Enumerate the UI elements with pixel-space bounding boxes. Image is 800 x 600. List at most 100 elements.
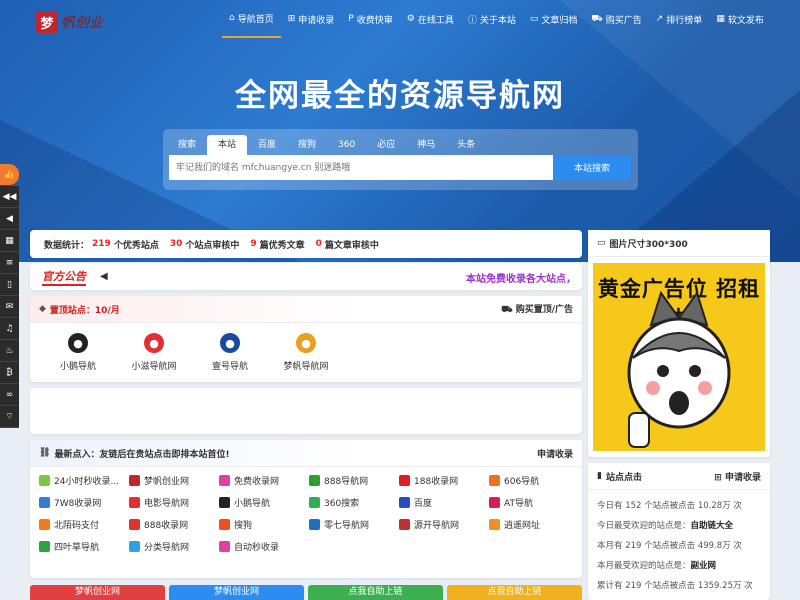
logo-mark: 梦 (36, 11, 58, 33)
recent-title: 最新点入：友链后在贵站点击即排本站首位! (54, 449, 230, 460)
recent-link-19[interactable]: 分类导航网 (129, 540, 219, 553)
grid-icon: ▦ (716, 14, 725, 24)
nav-item-7[interactable]: ↗ 排行榜单 (649, 0, 710, 38)
notice-text[interactable]: 本站免费收录各大站点， (466, 270, 576, 285)
recent-link-0[interactable]: 24小时秒收录... (39, 474, 129, 487)
nav-item-1[interactable]: ⊞ 申请收录 (281, 0, 342, 38)
pinned-site-3[interactable]: ● 梦帆导航网 (268, 333, 344, 372)
notice-bar: 官方公告 ◀ 本站免费收录各大站点， (30, 263, 582, 290)
site-favicon-icon (399, 475, 410, 486)
site-stats-text: 今日最受欢迎的站点是： (597, 521, 691, 531)
binoculars-icon[interactable]: ∞ (0, 384, 19, 406)
ad-image[interactable]: 黄金广告位 招租中 (593, 263, 765, 451)
site-favicon-icon (39, 519, 50, 530)
recent-link-3[interactable]: 888导航网 (309, 474, 399, 487)
site-logo[interactable]: 梦 帆创业 (36, 8, 110, 36)
recent-link-13[interactable]: 888收录网 (129, 518, 219, 531)
recent-link-label: 逍遥网址 (504, 521, 541, 531)
recent-link-8[interactable]: 小鹅导航 (219, 496, 309, 509)
stats-label: 数据统计： (44, 240, 90, 251)
pinned-site-0[interactable]: ● 小鹅导航 (40, 333, 116, 372)
recent-link-6[interactable]: 7W8收录网 (39, 496, 129, 509)
nav-item-label: 在线工具 (417, 15, 454, 26)
search-tab-0: 搜索 (178, 140, 197, 150)
site-logo-icon: ● (220, 333, 240, 353)
recent-link-12[interactable]: 北陌码支付 (39, 518, 129, 531)
recent-link-7[interactable]: 电影导航网 (129, 496, 219, 509)
recent-link-5[interactable]: 606导航 (489, 474, 579, 487)
site-stats-highlight[interactable]: 自助链大全 (691, 521, 734, 531)
fire-icon[interactable]: ♨ (0, 340, 19, 362)
site-logo-icon: ● (296, 333, 316, 353)
recent-link-9[interactable]: 360搜索 (309, 496, 399, 509)
recent-link-2[interactable]: 免费收录网 (219, 474, 309, 487)
backward-icon[interactable]: ◀◀ (0, 186, 19, 208)
stats-articles-label: 篇优秀文章 (259, 240, 305, 251)
site-stats-row: 今日最受欢迎的站点是：自助链大全 (597, 516, 761, 536)
recent-link-20[interactable]: 自动秒收录 (219, 540, 309, 553)
recent-link-14[interactable]: 搜狗 (219, 518, 309, 531)
pinned-title: 置顶站点：10/月 (49, 305, 120, 316)
site-favicon-icon (489, 519, 500, 530)
bottom-button-0[interactable]: 梦帆创业网 (30, 585, 165, 600)
blank-panel (30, 388, 582, 434)
site-stats-apply-label: 申请收录 (724, 472, 761, 483)
recent-link-18[interactable]: 四叶草导航 (39, 540, 129, 553)
recent-link-16[interactable]: 源开导航网 (399, 518, 489, 531)
site-favicon-icon (219, 497, 230, 508)
recent-link-label: 北陌码支付 (54, 521, 100, 531)
nav-item-3[interactable]: ⚙ 在线工具 (400, 0, 461, 38)
pinned-sites: ◆ 置顶站点：10/月 ⛟ 购买置顶/广告 ● 小鹅导航 ● 小滋导航网 ● 壹号导航 ● 梦… (30, 296, 582, 382)
search-tab-2[interactable]: 百度 (247, 135, 287, 155)
recent-link-label: 自动秒收录 (234, 543, 280, 553)
recent-link-17[interactable]: 逍遥网址 (489, 518, 579, 531)
search-tab-4[interactable]: 360 (327, 135, 366, 155)
pinned-site-1[interactable]: ● 小滋导航网 (116, 333, 192, 372)
site-favicon-icon (399, 497, 410, 508)
search-input[interactable] (169, 155, 553, 180)
bottom-button-2[interactable]: 点我自助上链 (308, 585, 443, 600)
thumbs-up-icon[interactable]: 👍 (0, 164, 19, 186)
bottom-button-1[interactable]: 梦帆创业网 (169, 585, 304, 600)
site-favicon-icon (39, 497, 50, 508)
nav-item-2[interactable]: P 收费快审 (341, 0, 399, 38)
search-tab-7[interactable]: 头条 (446, 135, 486, 155)
recent-link-1[interactable]: 梦帆创业网 (129, 474, 219, 487)
wifi-icon[interactable]: ⌔ (0, 406, 19, 428)
site-stats-highlight[interactable]: 副业网 (691, 561, 717, 571)
search-tab-6[interactable]: 神马 (406, 135, 446, 155)
nav-item-4[interactable]: ⓘ 关于本站 (461, 0, 523, 38)
apply-link[interactable]: 申请收录 (537, 447, 573, 460)
search-tab-5[interactable]: 必应 (366, 135, 406, 155)
recent-link-15[interactable]: 零七导航网 (309, 518, 399, 531)
bitcoin-icon[interactable]: ₿ (0, 362, 19, 384)
site-favicon-icon (309, 497, 320, 508)
mobile-icon[interactable]: ▯ (0, 274, 19, 296)
recent-link-label: 免费收录网 (234, 477, 280, 487)
nav-item-6[interactable]: ⛟ 购买广告 (584, 0, 648, 38)
site-favicon-icon (309, 475, 320, 486)
nav-item-label: 软文发布 (727, 15, 764, 26)
pinned-site-2[interactable]: ● 壹号导航 (192, 333, 268, 372)
buy-pin-link[interactable]: ⛟ 购买置顶/广告 (501, 302, 573, 316)
calendar-icon[interactable]: ▦ (0, 230, 19, 252)
bullhorn-icon[interactable]: ◀ (0, 208, 19, 230)
recent-link-label: 小鹅导航 (234, 499, 271, 509)
search-button[interactable]: 本站搜索 (553, 155, 631, 180)
nav-item-0[interactable]: ⌂ 导航首页 (222, 0, 281, 38)
recent-link-10[interactable]: 百度 (399, 496, 489, 509)
nav-item-8[interactable]: ▦ 软文发布 (709, 0, 771, 38)
recent-link-11[interactable]: AT导航 (489, 496, 579, 509)
bottom-button-3[interactable]: 点我自助上链 (447, 585, 582, 600)
stats-pending-label: 个站点审核中 (185, 240, 240, 251)
search-tab-3[interactable]: 搜狗 (287, 135, 327, 155)
search-tab-1[interactable]: 本站 (207, 135, 248, 155)
recent-link-4[interactable]: 188收录网 (399, 474, 489, 487)
pinned-site-label: 壹号导航 (211, 362, 248, 372)
site-stats-apply-link[interactable]: ⊞ 申请收录 (714, 470, 761, 483)
list-icon[interactable]: ≡ (0, 252, 19, 274)
qq-icon[interactable]: ♫ (0, 318, 19, 340)
nav-item-5[interactable]: ▭ 文章归档 (523, 0, 585, 38)
weixin-icon[interactable]: ✉ (0, 296, 19, 318)
stats-pending-articles-count: 0 (315, 239, 322, 249)
